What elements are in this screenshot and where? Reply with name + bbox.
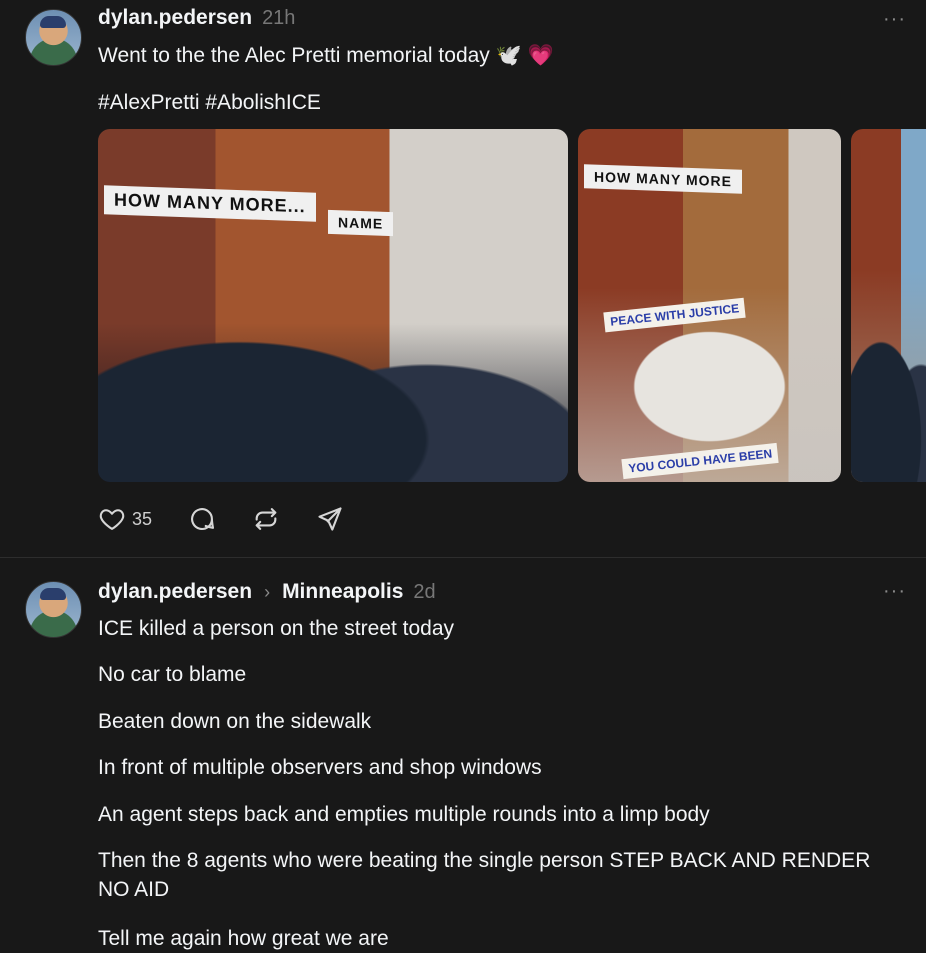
post-text-line: Then the 8 agents who were beating the s… (98, 849, 871, 901)
comment-icon (191, 508, 215, 531)
share-button[interactable] (316, 505, 344, 533)
timestamp[interactable]: 2d (413, 581, 435, 604)
heart-emoji: 💗 (527, 44, 554, 67)
repost-button[interactable] (252, 505, 280, 533)
timestamp[interactable]: 21h (262, 7, 295, 30)
photo-gallery[interactable]: HOW MANY MORE... NAME HOW MANY MORE PEAC… (98, 129, 926, 482)
post-text-line: Went to the the Alec Pretti memorial tod… (98, 44, 522, 67)
crowd (98, 270, 568, 482)
like-count: 35 (132, 508, 153, 529)
post-text-line: Tell me again how great we are (98, 927, 389, 950)
like-button[interactable]: 35 (98, 505, 152, 533)
avatar[interactable] (25, 9, 82, 66)
post-header: dylan.pedersen 21h (98, 6, 295, 30)
banner-text: HOW MANY MORE (584, 164, 742, 194)
post-text: Went to the the Alec Pretti memorial tod… (98, 41, 554, 70)
post-text-line: No car to blame (98, 663, 247, 686)
more-options-button[interactable]: ··· (883, 8, 906, 31)
crowd (851, 270, 926, 482)
share-icon (318, 507, 342, 531)
post-1: dylan.pedersen 21h ··· Went to the the A… (0, 0, 926, 558)
post-text-line: Beaten down on the sidewalk (98, 710, 372, 733)
post-text-line: In front of multiple observers and shop … (98, 756, 542, 779)
memorial-photo-3[interactable] (851, 129, 926, 482)
avatar[interactable] (25, 581, 82, 638)
community-name[interactable]: Minneapolis (282, 580, 403, 604)
post-header: dylan.pedersen › Minneapolis 2d (98, 580, 436, 604)
memorial-photo-1[interactable]: HOW MANY MORE... NAME (98, 129, 568, 482)
more-options-button[interactable]: ··· (883, 580, 906, 603)
heart-icon (99, 509, 125, 530)
post-actions: 35 (98, 505, 344, 533)
repost-icon (255, 508, 277, 530)
banner-text: HOW MANY MORE... (104, 185, 316, 222)
username[interactable]: dylan.pedersen (98, 6, 252, 30)
banner-text: NAME (328, 209, 394, 237)
post-text-line: An agent steps back and empties multiple… (98, 803, 710, 826)
hashtags[interactable]: #AlexPretti #AbolishICE (98, 88, 321, 117)
memorial-photo-2[interactable]: HOW MANY MORE PEACE WITH JUSTICE YOU COU… (578, 129, 841, 482)
comment-button[interactable] (188, 505, 216, 533)
post-text-line: ICE killed a person on the street today (98, 617, 455, 640)
chevron-right-icon: › (264, 582, 271, 602)
username[interactable]: dylan.pedersen (98, 580, 252, 604)
